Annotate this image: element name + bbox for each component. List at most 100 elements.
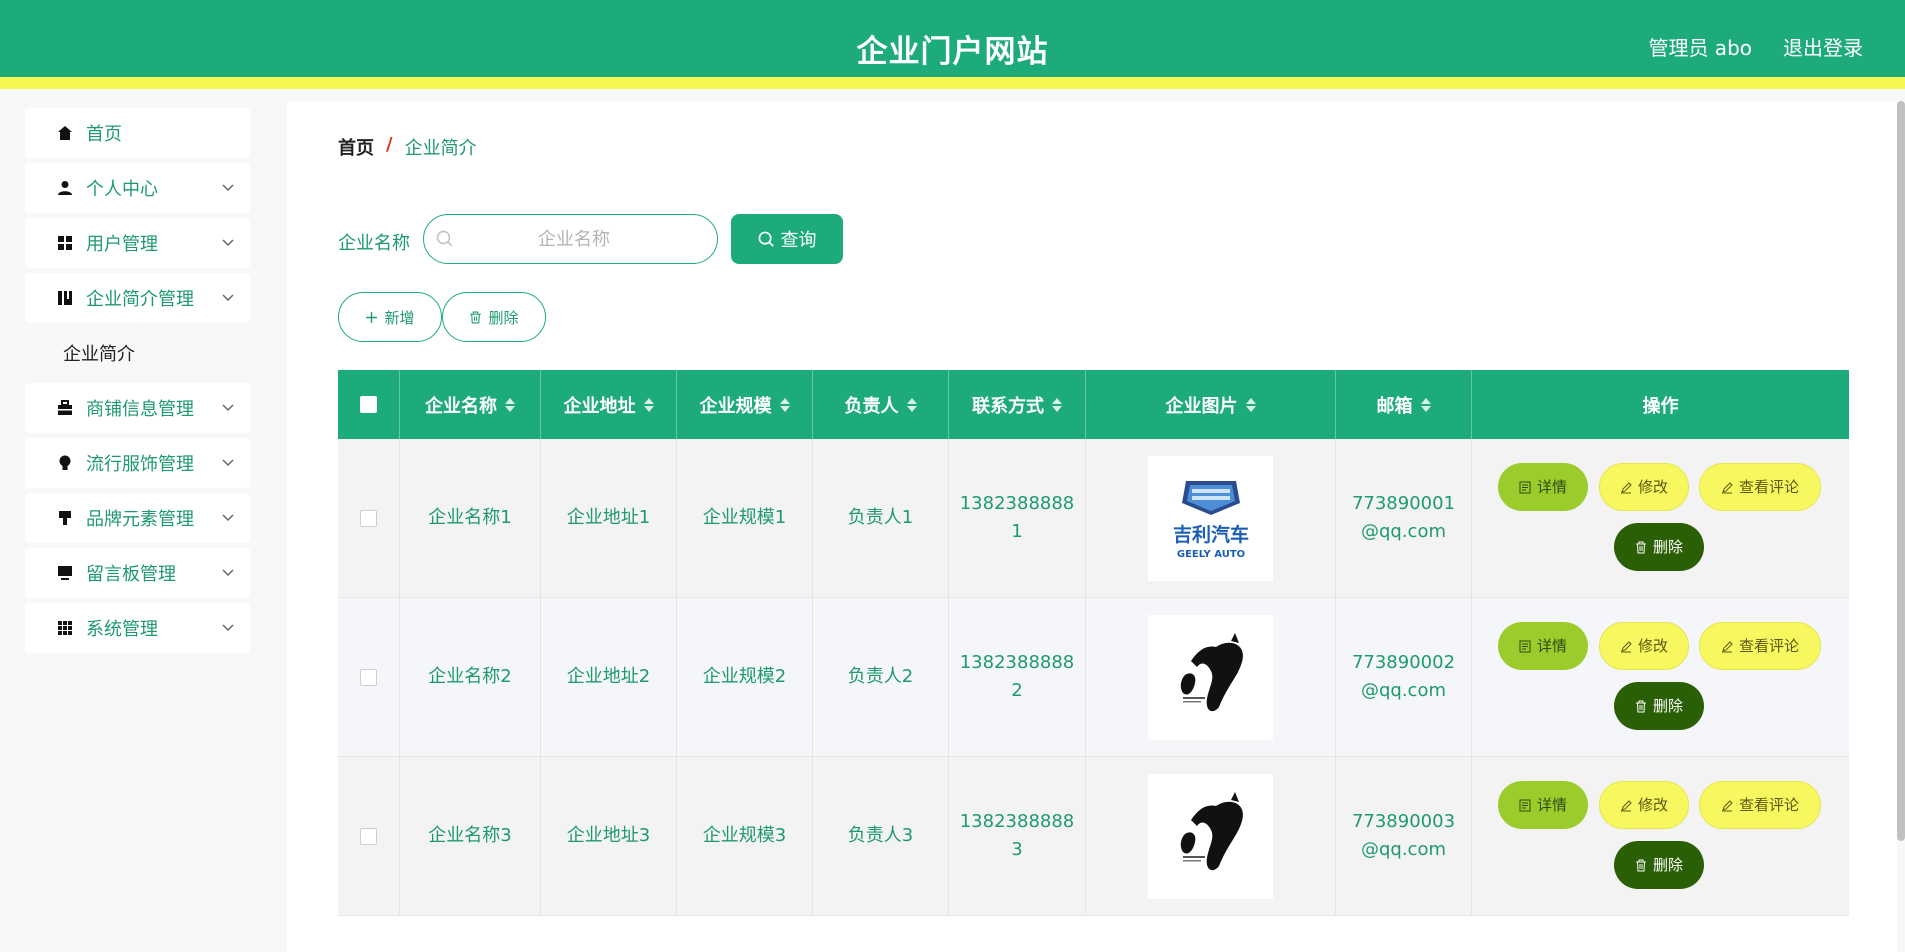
detail-button-label: 详情 [1536,796,1567,814]
detail-button[interactable]: 详情 [1498,781,1588,829]
breadcrumb-home[interactable]: 首页 [338,134,374,160]
sidebar-item-system[interactable]: 系统管理 [25,603,250,653]
breadcrumb: 首页 / 企业简介 [338,134,477,160]
detail-button-label: 详情 [1536,637,1567,655]
top-header: 企业门户网站 管理员 abo 退出登录 [0,0,1905,89]
contact-line: 1382388888 [959,493,1075,514]
view-comments-button[interactable]: 查看评论 [1699,622,1821,670]
sidebar-item-label: 首页 [86,124,122,145]
query-button[interactable]: 查询 [731,214,843,264]
chevron-down-icon [222,182,234,194]
bulb-icon [56,454,74,472]
monitor-icon [56,564,74,582]
sort-icon[interactable] [1420,397,1431,412]
table-row: 企业名称2 企业地址2 企业规模2 负责人2 1382388888 2 77389… [338,598,1849,757]
edit-button[interactable]: 修改 [1599,781,1689,829]
delete-button[interactable]: 删除 [1614,841,1704,889]
column-header-image[interactable]: 企业图片 [1086,370,1336,439]
sort-icon[interactable] [779,397,790,412]
sidebar-item-label: 流行服饰管理 [86,454,194,475]
column-header-label: 操作 [1642,395,1679,417]
column-header-label: 负责人 [844,395,899,417]
column-header-label: 企业地址 [563,395,636,417]
table-header: 企业名称 企业地址 企业规模 负责人 联系方式 企业图片 邮箱 操作 [338,370,1849,439]
cell-scale: 企业规模1 [677,439,813,597]
column-header-contact[interactable]: 联系方式 [949,370,1086,439]
batch-delete-label: 删除 [488,308,519,327]
sort-icon[interactable] [1245,397,1256,412]
detail-button[interactable]: 详情 [1498,622,1588,670]
sidebar-subitem-company-intro[interactable]: 企业简介 [25,328,250,378]
sidebar-item-messages[interactable]: 留言板管理 [25,548,250,598]
select-all-checkbox[interactable] [360,396,377,413]
geely-en-text: GEELY AUTO [1176,549,1244,560]
cell-owner: 负责人3 [813,757,949,915]
cell-contact: 1382388888 2 [949,598,1086,756]
pencil-icon [1620,640,1632,652]
view-comments-button[interactable]: 查看评论 [1699,781,1821,829]
briefcase-icon [56,399,74,417]
pencil-icon [1721,481,1733,493]
breadcrumb-current: 企业简介 [404,138,477,159]
grid-icon [56,234,74,252]
logout-link[interactable]: 退出登录 [1783,32,1863,61]
add-button-label: 新增 [384,308,415,327]
cell-contact: 1382388888 1 [949,439,1086,597]
edit-button-label: 修改 [1637,796,1668,814]
sidebar-item-home[interactable]: 首页 [25,108,250,158]
row-checkbox[interactable] [360,509,377,527]
page-scrollbar[interactable] [1897,101,1905,841]
admin-user-label: 管理员 abo [1648,36,1752,60]
contact-line: 2 [1011,680,1023,701]
email-line: 773890001 [1351,493,1456,514]
column-header-label: 企业图片 [1165,395,1238,417]
search-input[interactable] [454,228,694,250]
sort-icon[interactable] [505,397,515,412]
column-header-email[interactable]: 邮箱 [1336,370,1472,439]
detail-button-label: 详情 [1536,478,1567,496]
breadcrumb-separator: / [386,134,393,155]
sidebar-item-users[interactable]: 用户管理 [25,218,250,268]
view-comments-label: 查看评论 [1738,637,1799,655]
chevron-down-icon [222,402,234,414]
email-line: @qq.com [1360,839,1447,860]
add-button[interactable]: 新增 [338,292,442,342]
plus-icon [366,311,378,323]
sidebar-item-shops[interactable]: 商铺信息管理 [25,383,250,433]
column-header-label: 联系方式 [972,395,1044,417]
delete-button-label: 删除 [1652,538,1683,556]
column-header-label: 邮箱 [1376,395,1413,417]
chevron-down-icon [222,622,234,634]
sort-icon[interactable] [643,397,654,412]
delete-button[interactable]: 删除 [1614,682,1704,730]
column-header-name[interactable]: 企业名称 [400,370,541,439]
geely-cn-text: 吉利汽车 [1172,523,1248,546]
sort-icon[interactable] [906,397,917,412]
sidebar-item-brand[interactable]: 品牌元素管理 [25,493,250,543]
delete-button-label: 删除 [1652,856,1683,874]
batch-delete-button[interactable]: 删除 [442,292,546,342]
row-select-cell [338,598,400,756]
row-checkbox[interactable] [360,668,377,686]
cell-address: 企业地址2 [541,598,677,756]
column-header-owner[interactable]: 负责人 [813,370,949,439]
cell-scale: 企业规模2 [677,598,813,756]
document-icon [1519,799,1531,811]
main-content: 首页 / 企业简介 企业名称 查询 新增 删除 企业名称 企业地址 企业规模 负… [287,101,1897,952]
delete-button[interactable]: 删除 [1614,523,1704,571]
edit-button[interactable]: 修改 [1599,622,1689,670]
cell-email: 773890003 @qq.com [1336,757,1472,915]
edit-button-label: 修改 [1637,637,1668,655]
sidebar-item-company-intro[interactable]: 企业简介管理 [25,273,250,323]
cell-address: 企业地址1 [541,439,677,597]
view-comments-button[interactable]: 查看评论 [1699,463,1821,511]
edit-button[interactable]: 修改 [1599,463,1689,511]
sidebar-item-fashion[interactable]: 流行服饰管理 [25,438,250,488]
column-header-address[interactable]: 企业地址 [541,370,677,439]
row-checkbox[interactable] [360,827,377,845]
column-header-scale[interactable]: 企业规模 [677,370,813,439]
cell-email: 773890002 @qq.com [1336,598,1472,756]
detail-button[interactable]: 详情 [1498,463,1588,511]
sidebar-item-personal[interactable]: 个人中心 [25,163,250,213]
sort-icon[interactable] [1052,397,1062,412]
